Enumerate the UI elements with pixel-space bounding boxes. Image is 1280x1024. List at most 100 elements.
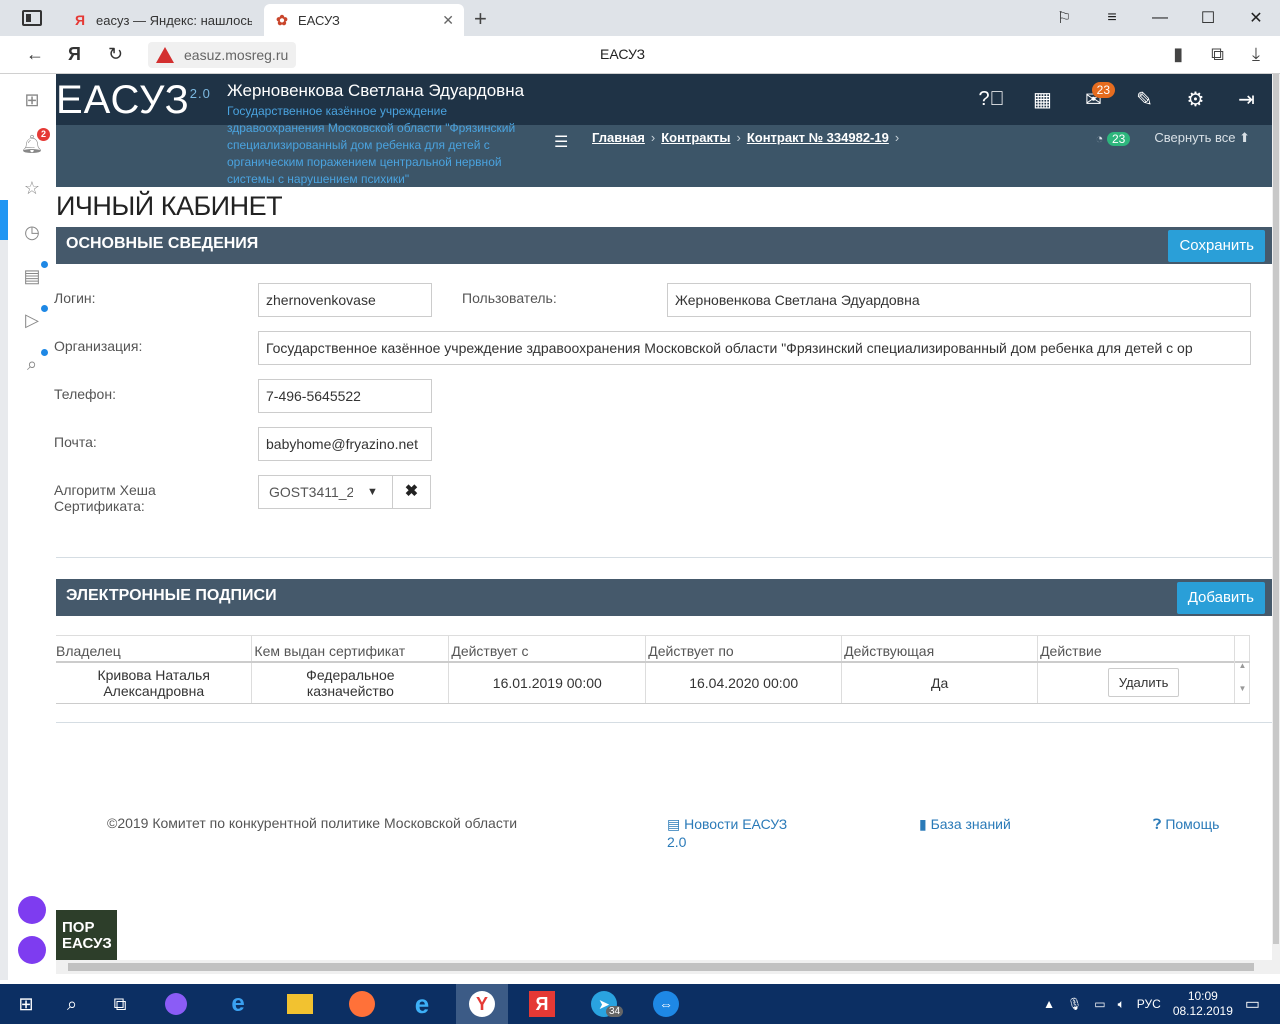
- action-center-icon[interactable]: ▭: [1245, 994, 1260, 1014]
- language-indicator[interactable]: РУС: [1137, 997, 1161, 1011]
- maximize-icon[interactable]: ☐: [1184, 0, 1232, 36]
- minimize-icon[interactable]: —: [1136, 0, 1184, 36]
- firefox-icon[interactable]: [336, 984, 388, 1024]
- mail-icon[interactable]: ✉ 23: [1068, 74, 1119, 125]
- warning-icon: [156, 47, 174, 63]
- brush-icon[interactable]: ✎: [1119, 74, 1170, 125]
- user-input[interactable]: Жерновенкова Светлана Эдуардовна: [667, 283, 1251, 317]
- hamburger-menu-icon[interactable]: ☰: [554, 132, 568, 152]
- bookmark-icon[interactable]: ▮: [1173, 44, 1183, 65]
- news-link[interactable]: ▤ Новости ЕАСУЗ 2.0: [667, 815, 787, 851]
- internet-explorer-icon[interactable]: e: [396, 984, 448, 1024]
- knowledge-base-link[interactable]: ▮ База знаний: [919, 815, 1011, 833]
- help-icon[interactable]: ?⃝: [966, 74, 1017, 125]
- download-icon[interactable]: ⤓: [1252, 44, 1260, 65]
- logout-icon[interactable]: ⇥: [1221, 74, 1272, 125]
- hash-algorithm-label: Алгоритм Хеша Сертификата:: [54, 482, 156, 514]
- yandex-icon[interactable]: Я: [516, 984, 568, 1024]
- dropdown-arrow-icon[interactable]: ▼: [353, 476, 393, 508]
- alice-app-icon[interactable]: [18, 896, 46, 924]
- search-icon[interactable]: ⌕: [46, 984, 98, 1024]
- column-header-active[interactable]: Действующая: [841, 635, 1039, 663]
- microphone-icon[interactable]: 🎙︎: [1067, 997, 1082, 1011]
- hash-algorithm-select[interactable]: GOST3411_2 ▼ ✖: [258, 475, 431, 509]
- issuer-cell: Федеральное казначейство: [251, 661, 450, 704]
- clear-icon[interactable]: ✖: [393, 476, 430, 508]
- add-button[interactable]: Добавить: [1176, 582, 1265, 614]
- telegram-icon[interactable]: ➤ 34: [578, 984, 630, 1024]
- tab-yandex-search[interactable]: Я еасуз — Яндекс: нашлось 2: [62, 4, 262, 36]
- save-button[interactable]: Сохранить: [1168, 230, 1265, 262]
- table-row[interactable]: Кривова Наталья Александровна Федеральное…: [56, 661, 1250, 704]
- close-window-icon[interactable]: ✕: [1232, 0, 1280, 36]
- tasks-counter[interactable]: ◔ 23: [1096, 131, 1131, 146]
- column-header-issuer[interactable]: Кем выдан сертификат: [251, 635, 450, 663]
- tab-title: ЕАСУЗ: [298, 12, 340, 28]
- menu-icon[interactable]: ≡: [1088, 0, 1136, 36]
- apps-grid-icon[interactable]: ⊞: [20, 88, 44, 112]
- collapse-all-button[interactable]: Свернуть все ⬆: [1154, 130, 1250, 146]
- horizontal-scrollbar[interactable]: [56, 960, 1272, 974]
- back-icon[interactable]: ←: [26, 44, 44, 65]
- notifications-bell-icon[interactable]: 🔔︎ 2: [20, 128, 50, 156]
- search-docs-icon[interactable]: ⌕: [20, 349, 48, 376]
- edge-icon[interactable]: e: [212, 984, 264, 1024]
- media-play-icon[interactable]: ▷: [20, 305, 48, 332]
- yandex-browser-icon[interactable]: Y: [456, 984, 508, 1024]
- start-windows-icon[interactable]: ⊞: [0, 984, 52, 1024]
- settings-gear-icon[interactable]: ⚙: [1170, 74, 1221, 125]
- delete-button[interactable]: Удалить: [1107, 668, 1180, 698]
- browser-side-panel: ⊞ 🔔︎ 2 ☆ ◷ ▤ ▷ ⌕: [0, 74, 56, 980]
- column-header-valid-to[interactable]: Действует по: [645, 635, 843, 663]
- table-scrollbar[interactable]: ▲ ▼: [1234, 635, 1250, 703]
- url-field[interactable]: easuz.mosreg.ru: [148, 42, 297, 68]
- alice-taskbar-icon[interactable]: [150, 984, 202, 1024]
- clock[interactable]: 10:09 08.12.2019: [1173, 989, 1233, 1019]
- breadcrumb-contract[interactable]: Контракт № 334982-19: [747, 130, 889, 145]
- calendar-icon[interactable]: ▦: [1017, 74, 1068, 125]
- section-divider: [56, 722, 1272, 723]
- breadcrumb-home[interactable]: Главная: [592, 130, 645, 145]
- app-header: ЕАСУЗ2.0 Жерновенкова Светлана Эдуардовн…: [56, 74, 1272, 187]
- help-link[interactable]: ❓︎ Помощь: [1153, 815, 1219, 833]
- organization-input[interactable]: Государственное казённое учреждение здра…: [258, 331, 1251, 365]
- task-view-icon[interactable]: ⧉: [94, 984, 146, 1024]
- valid-from-cell: 16.01.2019 00:00: [448, 661, 647, 704]
- email-input[interactable]: babyhome@fryazino.net: [258, 427, 432, 461]
- breadcrumb-contracts[interactable]: Контракты: [661, 130, 730, 145]
- browser-tab-bar: Я еасуз — Яндекс: нашлось 2 ✿ ЕАСУЗ ✕ + …: [0, 0, 1280, 36]
- promo-banner[interactable]: ПОР ЕАСУЗ: [56, 910, 117, 960]
- collections-icon[interactable]: ▤: [20, 261, 48, 288]
- tab-easuz[interactable]: ✿ ЕАСУЗ ✕: [264, 4, 464, 36]
- favorites-star-icon[interactable]: ☆: [20, 176, 44, 200]
- bookmarks-icon[interactable]: ⚐: [1040, 0, 1088, 36]
- reload-icon[interactable]: ↻: [108, 44, 123, 65]
- newspaper-icon: ▤: [667, 816, 685, 832]
- book-icon: ▮: [919, 816, 931, 832]
- vertical-scrollbar[interactable]: [1272, 74, 1280, 974]
- file-explorer-icon[interactable]: [274, 984, 326, 1024]
- new-tab-icon[interactable]: +: [474, 6, 487, 32]
- url-text: easuz.mosreg.ru: [184, 47, 289, 63]
- network-icon[interactable]: ▭: [1094, 997, 1105, 1011]
- sidebar-toggle-icon[interactable]: [22, 10, 42, 26]
- close-tab-icon[interactable]: ✕: [442, 12, 454, 29]
- column-header-valid-from[interactable]: Действует с: [448, 635, 647, 663]
- alice-assistant-icon[interactable]: [18, 936, 46, 964]
- footer-copyright: ©2019 Комитет по конкурентной политике М…: [107, 815, 518, 831]
- phone-label: Телефон:: [54, 386, 116, 402]
- history-clock-icon[interactable]: ◷: [20, 220, 44, 244]
- app-logo[interactable]: ЕАСУЗ2.0: [56, 78, 211, 123]
- column-header-owner[interactable]: Владелец: [56, 635, 253, 663]
- phone-input[interactable]: 7-496-5645522: [258, 379, 432, 413]
- windows-taskbar: ⊞ ⌕ ⧉ e e Y Я ➤ 34 ⇔ ▲ 🎙︎ ▭ 🔈︎ РУС 10:09 0…: [0, 984, 1280, 1024]
- login-input[interactable]: zhernovenkovase: [258, 283, 432, 317]
- page-left-strip: [0, 200, 8, 980]
- yandex-home-icon[interactable]: Я: [68, 44, 81, 65]
- translate-icon[interactable]: ⧉: [1211, 44, 1224, 65]
- teamviewer-icon[interactable]: ⇔: [640, 984, 692, 1024]
- mail-badge: 23: [1091, 82, 1115, 98]
- volume-icon[interactable]: 🔈︎: [1118, 997, 1125, 1012]
- tray-expand-icon[interactable]: ▲: [1043, 997, 1055, 1011]
- tab-title: еасуз — Яндекс: нашлось 2: [96, 12, 252, 28]
